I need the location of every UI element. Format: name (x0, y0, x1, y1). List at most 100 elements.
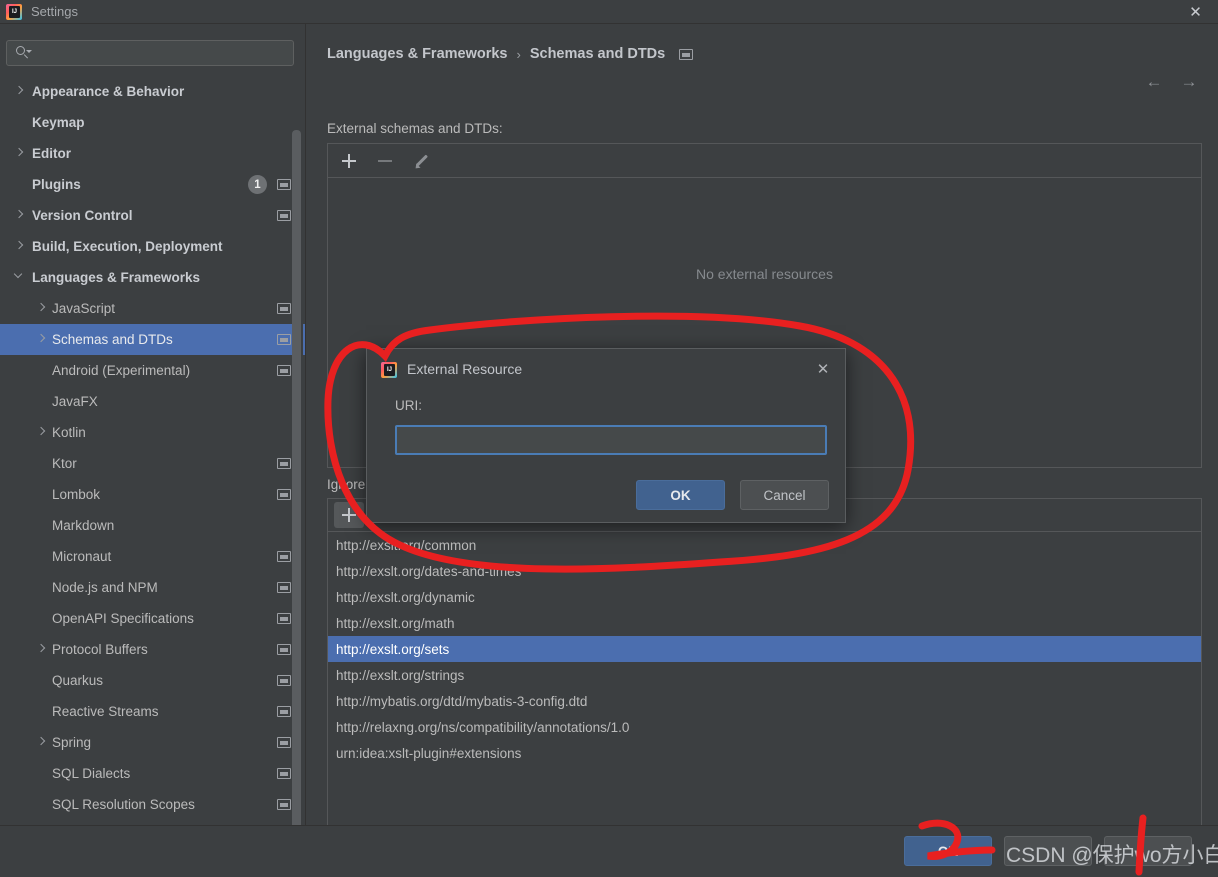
sidebar-item-javascript[interactable]: JavaScript (0, 293, 305, 324)
sidebar-item-label: Keymap (32, 115, 85, 130)
window-restore-icon[interactable] (277, 799, 291, 810)
sidebar-item-micronaut[interactable]: Micronaut (0, 541, 305, 572)
list-item[interactable]: http://exslt.org/math (328, 610, 1201, 636)
window-restore-icon[interactable] (679, 48, 694, 60)
window-restore-icon[interactable] (277, 644, 291, 655)
breadcrumb-root[interactable]: Languages & Frameworks (327, 46, 508, 62)
window-restore-icon[interactable] (277, 210, 291, 221)
edit-external-resource-button[interactable] (406, 148, 436, 174)
sidebar-item-node-js-and-npm[interactable]: Node.js and NPM (0, 572, 305, 603)
ignored-uri-list: http://exslt.org/common http://exslt.org/… (328, 532, 1201, 826)
search-input[interactable] (31, 45, 293, 61)
remove-external-resource-button[interactable] (370, 148, 400, 174)
settings-tree: Appearance & Behavior Keymap Editor Plugins… (0, 76, 305, 825)
sidebar-item-sql-resolution-scopes[interactable]: SQL Resolution Scopes (0, 789, 305, 820)
list-item[interactable]: http://relaxng.org/ns/compatibility/anno… (328, 714, 1201, 740)
chevron-right-icon[interactable] (36, 427, 48, 439)
sidebar-item-ktor[interactable]: Ktor (0, 448, 305, 479)
window-restore-icon[interactable] (277, 365, 291, 376)
chevron-right-icon[interactable] (36, 737, 48, 749)
uri-text: urn:idea:xslt-plugin#extensions (336, 745, 522, 761)
sidebar-item-build-execution-deployment[interactable]: Build, Execution, Deployment (0, 231, 305, 262)
sidebar-scrollbar-track[interactable] (292, 76, 303, 825)
add-ignored-resource-button[interactable] (334, 502, 364, 528)
window-restore-icon[interactable] (277, 706, 291, 717)
window-restore-icon[interactable] (277, 768, 291, 779)
sidebar-item-keymap[interactable]: Keymap (0, 107, 305, 138)
uri-input[interactable] (395, 425, 827, 455)
window-restore-icon[interactable] (277, 613, 291, 624)
window-title-bar: IJ Settings ✕ (0, 0, 1218, 24)
chevron-right-icon[interactable] (36, 303, 48, 315)
uri-text: http://exslt.org/strings (336, 667, 465, 683)
list-item[interactable]: http://exslt.org/sets (328, 636, 1201, 662)
uri-text: http://exslt.org/common (336, 537, 477, 553)
sidebar-item-label: Editor (32, 146, 71, 161)
window-restore-icon[interactable] (277, 737, 291, 748)
window-restore-icon[interactable] (277, 458, 291, 469)
sidebar-item-languages-frameworks[interactable]: Languages & Frameworks (0, 262, 305, 293)
list-item[interactable]: http://exslt.org/strings (328, 662, 1201, 688)
sidebar-item-appearance-behavior[interactable]: Appearance & Behavior (0, 76, 305, 107)
ignored-resources-panel: http://exslt.org/common http://exslt.org/… (327, 498, 1202, 827)
window-restore-icon[interactable] (277, 675, 291, 686)
external-resources-toolbar (328, 144, 1201, 178)
close-icon[interactable]: ✕ (813, 359, 833, 379)
chevron-right-icon[interactable] (14, 148, 26, 160)
sidebar-item-javafx[interactable]: JavaFX (0, 386, 305, 417)
sidebar-item-openapi-specifications[interactable]: OpenAPI Specifications (0, 603, 305, 634)
sidebar-item-editor[interactable]: Editor (0, 138, 305, 169)
sidebar-item-sql-dialects[interactable]: SQL Dialects (0, 758, 305, 789)
external-resource-dialog: IJ External Resource ✕ URI: OK Cancel (366, 348, 846, 523)
settings-sidebar: Appearance & Behavior Keymap Editor Plugins… (0, 24, 306, 825)
sidebar-item-reactive-streams[interactable]: Reactive Streams (0, 696, 305, 727)
window-title: Settings (31, 4, 78, 19)
sidebar-item-schemas-and-dtds[interactable]: Schemas and DTDs (0, 324, 305, 355)
sidebar-scrollbar-thumb[interactable] (292, 130, 301, 825)
add-external-resource-button[interactable] (334, 148, 364, 174)
window-restore-icon[interactable] (277, 582, 291, 593)
breadcrumb: Languages & Frameworks › Schemas and DTD… (327, 46, 694, 62)
sidebar-item-markdown[interactable]: Markdown (0, 510, 305, 541)
sidebar-item-kotlin[interactable]: Kotlin (0, 417, 305, 448)
chevron-down-icon[interactable] (14, 272, 26, 284)
sidebar-item-label: Build, Execution, Deployment (32, 239, 223, 254)
window-restore-icon[interactable] (277, 334, 291, 345)
close-icon[interactable]: ✕ (1173, 0, 1218, 24)
list-item[interactable]: http://exslt.org/dynamic (328, 584, 1201, 610)
dialog-ok-button[interactable]: OK (636, 480, 725, 510)
sidebar-item-lombok[interactable]: Lombok (0, 479, 305, 510)
sidebar-item-plugins[interactable]: Plugins 1 (0, 169, 305, 200)
nav-forward-icon[interactable]: → (1176, 68, 1202, 94)
window-restore-icon[interactable] (277, 179, 291, 190)
search-box[interactable] (6, 40, 294, 66)
uri-text: http://exslt.org/sets (336, 641, 450, 657)
list-item[interactable]: http://exslt.org/dates-and-times (328, 558, 1201, 584)
window-restore-icon[interactable] (277, 551, 291, 562)
window-restore-icon[interactable] (277, 303, 291, 314)
chevron-right-icon[interactable] (14, 86, 26, 98)
sidebar-item-quarkus[interactable]: Quarkus (0, 665, 305, 696)
window-restore-icon[interactable] (277, 489, 291, 500)
sidebar-item-label: Languages & Frameworks (32, 270, 201, 285)
nav-back-icon[interactable]: ← (1141, 68, 1167, 94)
watermark-text: CSDN @保护wo方小白 (1006, 844, 1218, 867)
list-item[interactable]: urn:idea:xslt-plugin#extensions (328, 740, 1201, 766)
sidebar-item-android-experimental[interactable]: Android (Experimental) (0, 355, 305, 386)
chevron-right-icon[interactable] (14, 210, 26, 222)
uri-text: http://relaxng.org/ns/compatibility/anno… (336, 719, 630, 735)
list-item[interactable]: http://exslt.org/common (328, 532, 1201, 558)
sidebar-item-version-control[interactable]: Version Control (0, 200, 305, 231)
chevron-right-icon[interactable] (14, 241, 26, 253)
ok-button[interactable]: OK (904, 836, 992, 866)
chevron-right-icon[interactable] (36, 644, 48, 656)
list-item[interactable]: http://mybatis.org/dtd/mybatis-3-config.… (328, 688, 1201, 714)
sidebar-item-label: JavaFX (52, 394, 98, 409)
sidebar-item-protocol-buffers[interactable]: Protocol Buffers (0, 634, 305, 665)
sidebar-item-spring[interactable]: Spring (0, 727, 305, 758)
sidebar-item-label: OpenAPI Specifications (52, 611, 194, 626)
chevron-right-icon[interactable] (36, 334, 48, 346)
sidebar-item-label: Version Control (32, 208, 133, 223)
dialog-cancel-button[interactable]: Cancel (740, 480, 829, 510)
sidebar-item-label: Spring (52, 735, 92, 750)
